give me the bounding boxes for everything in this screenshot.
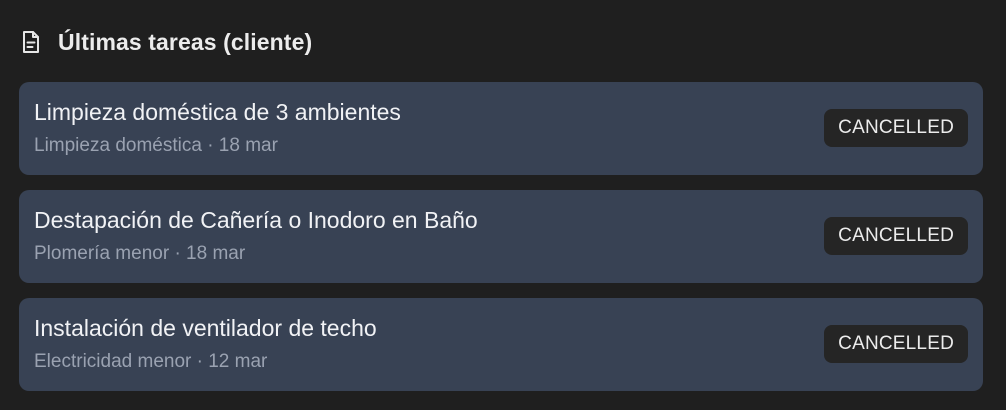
task-title: Instalación de ventilador de techo <box>34 315 377 341</box>
task-meta: Electricidad menor · 12 mar <box>34 351 268 372</box>
status-badge: CANCELLED <box>824 109 968 147</box>
panel-title: Últimas tareas (cliente) <box>58 28 313 55</box>
panel-header: Últimas tareas (cliente) <box>20 26 312 58</box>
task-title: Limpieza doméstica de 3 ambientes <box>34 99 401 125</box>
status-badge: CANCELLED <box>824 217 968 255</box>
task-card[interactable]: Instalación de ventilador de techo Elect… <box>19 298 983 391</box>
document-icon <box>20 29 42 55</box>
task-card[interactable]: Limpieza doméstica de 3 ambientes Limpie… <box>19 82 983 175</box>
task-meta: Limpieza doméstica · 18 mar <box>34 135 278 156</box>
recent-tasks-panel: Últimas tareas (cliente) Limpieza domést… <box>0 0 1006 410</box>
task-title: Destapación de Cañería o Inodoro en Baño <box>34 207 478 233</box>
status-badge: CANCELLED <box>824 325 968 363</box>
task-meta: Plomería menor · 18 mar <box>34 243 246 264</box>
task-list: Limpieza doméstica de 3 ambientes Limpie… <box>19 82 983 406</box>
task-card[interactable]: Destapación de Cañería o Inodoro en Baño… <box>19 190 983 283</box>
